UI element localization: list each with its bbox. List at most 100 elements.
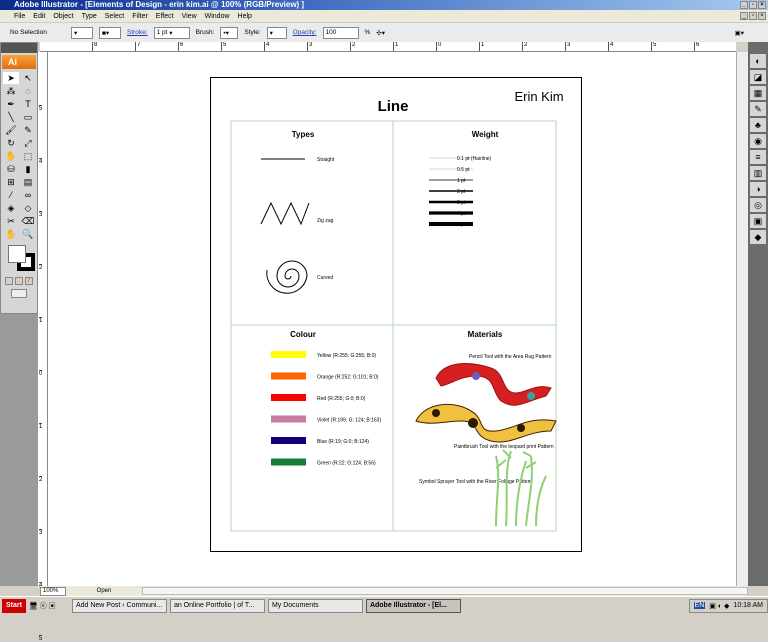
doc-close-button[interactable]: × <box>758 12 766 20</box>
free-transform-tool-icon[interactable]: ⬚ <box>20 150 36 162</box>
tools-panel-header[interactable] <box>1 43 37 53</box>
mesh-tool-icon[interactable]: ⊞ <box>3 176 19 188</box>
opacity-field[interactable]: 100 <box>322 26 359 39</box>
percent-sign: % <box>364 29 371 36</box>
language-indicator[interactable]: EN <box>693 602 706 609</box>
stroke-label[interactable]: Stroke: <box>127 29 148 36</box>
taskbar-label: an Online Portfolio | of T... <box>173 602 255 609</box>
graph-tool-icon[interactable]: ▮ <box>20 163 36 175</box>
none-icon[interactable]: / <box>25 277 33 285</box>
menu-effect[interactable]: Effect <box>156 13 174 20</box>
color-panel-icon[interactable]: ◐ <box>750 54 766 68</box>
weight-label: 5 pt <box>457 222 466 228</box>
taskbar-item-firefox-post[interactable]: Add New Post ‹ Communi... <box>71 598 167 613</box>
magic-wand-tool-icon[interactable]: ⁂ <box>3 85 19 97</box>
gradient-tool-icon[interactable]: ▤ <box>20 176 36 188</box>
align-icon[interactable]: ▣ <box>750 214 766 228</box>
brushes-icon[interactable]: ✎ <box>750 102 766 116</box>
recolor-icon[interactable]: ✣▾ <box>376 29 385 37</box>
pen-tool-icon[interactable]: ✒ <box>3 98 19 110</box>
doc-minimize-button[interactable]: _ <box>740 12 748 20</box>
menu-select[interactable]: Select <box>105 13 124 20</box>
taskbar-item-firefox-portfolio[interactable]: an Online Portfolio | of T... <box>169 598 265 613</box>
taskbar-item-my-documents[interactable]: My Documents <box>267 598 363 613</box>
brush-dropdown[interactable]: •▾ <box>220 26 239 39</box>
fill-swatch-box[interactable] <box>8 245 26 263</box>
rectangle-tool-icon[interactable]: ▭ <box>20 111 36 123</box>
doc-restore-button[interactable]: ▫ <box>749 12 757 20</box>
stroke-panel-icon[interactable]: ≡ <box>750 150 766 164</box>
status-text[interactable]: Open <box>74 588 134 594</box>
graphic-styles-icon[interactable]: ◉ <box>750 134 766 148</box>
color-icon[interactable] <box>5 277 13 285</box>
opacity-label[interactable]: Opacity: <box>293 29 317 36</box>
hand-tool-icon[interactable]: ✋ <box>3 228 19 240</box>
color-guide-icon[interactable]: ◪ <box>750 70 766 84</box>
restore-button[interactable]: ▫ <box>749 1 757 9</box>
colour-swatch <box>271 437 306 444</box>
zoom-tool-icon[interactable]: 🔍 <box>20 228 36 240</box>
fill-swatch[interactable]: ▾ <box>71 26 93 39</box>
selection-status: No Selection <box>10 29 47 36</box>
stroke-weight-field[interactable]: 1 pt ▾ <box>153 26 190 39</box>
blend-tool-icon[interactable]: ∞ <box>20 189 36 201</box>
gradient-icon[interactable] <box>15 277 23 285</box>
types-label: Curved <box>317 275 333 281</box>
quick-launch-icons[interactable]: 🖥 ⓔ ▣ <box>29 601 69 611</box>
selection-tool-icon[interactable]: ➤ <box>3 72 19 84</box>
type-tool-icon[interactable]: T <box>20 98 36 110</box>
live-paint-tool-icon[interactable]: ◈ <box>3 202 19 214</box>
menu-window[interactable]: Window <box>205 13 230 20</box>
swatches-icon[interactable]: ▦ <box>750 86 766 100</box>
lasso-tool-icon[interactable]: ◌ <box>20 85 36 97</box>
stroke-swatch[interactable]: ■▾ <box>99 26 121 39</box>
minimize-button[interactable]: _ <box>740 1 748 9</box>
tray-icons[interactable]: ▣ ◐ ◆ <box>709 602 729 610</box>
ruler-tick: 7 <box>135 42 140 51</box>
menu-filter[interactable]: Filter <box>132 13 148 20</box>
colour-label: Yellow (R:255; G:255; B:0) <box>317 353 376 359</box>
menu-view[interactable]: View <box>182 13 197 20</box>
leopard-spot <box>432 409 440 417</box>
symbols-icon[interactable]: ♣ <box>750 118 766 132</box>
rotate-tool-icon[interactable]: ↻ <box>3 137 19 149</box>
direct-selection-tool-icon[interactable]: ↖ <box>20 72 36 84</box>
menu-help[interactable]: Help <box>238 13 252 20</box>
gradient-panel-icon[interactable]: ▥ <box>750 166 766 180</box>
menu-bar: File Edit Object Type Select Filter Effect View… <box>0 10 768 22</box>
system-tray: EN ▣ ◐ ◆ 10:18 AM <box>688 598 768 613</box>
horizontal-scrollbar[interactable] <box>142 587 748 595</box>
menu-object[interactable]: Object <box>53 13 73 20</box>
pencil-caption-text: Pencil Tool with the Area Rug Pattern <box>469 354 552 360</box>
layers-icon[interactable]: ◆ <box>750 230 766 244</box>
scale-tool-icon[interactable]: ⤢ <box>20 137 36 149</box>
menu-file[interactable]: File <box>14 13 25 20</box>
warp-tool-icon[interactable]: ✋ <box>3 150 19 162</box>
transparency-icon[interactable]: ◑ <box>750 182 766 196</box>
taskbar: Start 🖥 ⓔ ▣ Add New Post ‹ Communi... an… <box>0 596 768 614</box>
live-paint-selection-icon[interactable]: ◇ <box>20 202 36 214</box>
style-dropdown[interactable]: ▾ <box>266 26 287 39</box>
workspace-icon[interactable]: ▣▾ <box>735 29 744 37</box>
vertical-scrollbar[interactable] <box>736 52 748 586</box>
eraser-tool-icon[interactable]: ⌫ <box>20 215 36 227</box>
fill-stroke-swatches[interactable] <box>3 243 35 273</box>
pencil-tool-icon[interactable]: ✎ <box>20 124 36 136</box>
slice-tool-icon[interactable]: ✂ <box>3 215 19 227</box>
menu-edit[interactable]: Edit <box>33 13 45 20</box>
appearance-icon[interactable]: ◎ <box>750 198 766 212</box>
ruler-tick: 5 <box>39 105 43 112</box>
colour-label: Blue (R:19; G:0; B:124) <box>317 439 369 445</box>
paintbrush-tool-icon[interactable]: 🖌 <box>3 124 19 136</box>
close-button[interactable]: × <box>758 1 766 9</box>
zoom-field[interactable]: 100% <box>40 586 66 596</box>
line-tool-icon[interactable]: ╲ <box>3 111 19 123</box>
leopard-spot <box>517 424 525 432</box>
symbol-sprayer-tool-icon[interactable]: ⛁ <box>3 163 19 175</box>
menu-type[interactable]: Type <box>82 13 97 20</box>
screen-mode-button[interactable] <box>11 289 27 298</box>
start-button[interactable]: Start <box>2 598 26 613</box>
area-rug-pattern-stroke <box>435 363 552 406</box>
taskbar-item-illustrator[interactable]: Adobe Illustrator - [El... <box>365 598 461 613</box>
eyedropper-tool-icon[interactable]: ⁄ <box>3 189 19 201</box>
